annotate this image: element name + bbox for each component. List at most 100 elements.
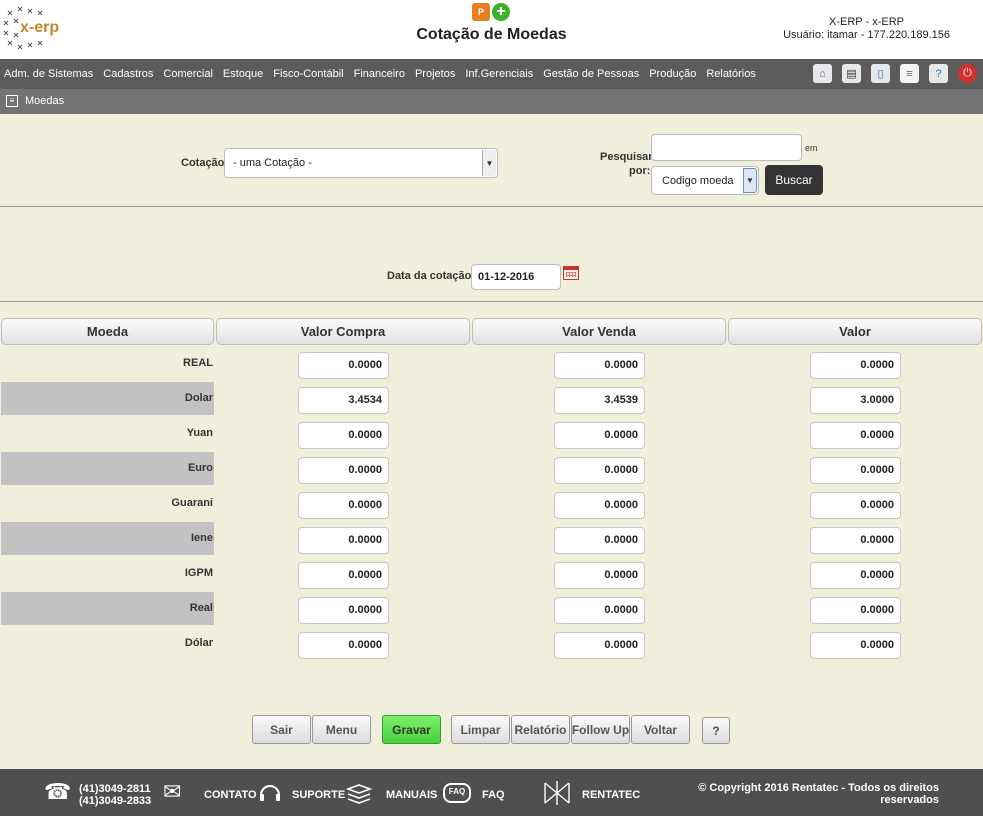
valor-venda-input[interactable]: 0.0000: [554, 457, 645, 484]
valor-compra-input[interactable]: 0.0000: [298, 492, 389, 519]
valor-input[interactable]: 3.0000: [810, 387, 901, 414]
breadcrumb: ≡ Moedas: [0, 89, 983, 114]
table-row: Dólar 0.0000 0.0000 0.0000: [0, 627, 983, 660]
home-icon[interactable]: ⌂: [813, 64, 832, 83]
valor-compra-input[interactable]: 0.0000: [298, 527, 389, 554]
date-input[interactable]: 01-12-2016: [471, 264, 561, 290]
menu-financeiro[interactable]: Financeiro: [354, 68, 405, 80]
manuais-link[interactable]: MANUAIS: [386, 789, 437, 801]
valor-compra-input[interactable]: 0.0000: [298, 632, 389, 659]
valor-input[interactable]: 0.0000: [810, 352, 901, 379]
valor-compra-input[interactable]: 0.0000: [298, 562, 389, 589]
menu-adm-sistemas[interactable]: Adm. de Sistemas: [4, 68, 93, 80]
table-row: Iene 0.0000 0.0000 0.0000: [0, 522, 983, 555]
headset-icon: [260, 785, 280, 801]
copyright-line-1: © Copyright 2016 Rentatec - Todos os dir…: [698, 782, 939, 794]
menu-gestao-pessoas[interactable]: Gestão de Pessoas: [543, 68, 639, 80]
print-icon[interactable]: ▤: [842, 64, 861, 83]
power-icon[interactable]: ⏻: [958, 64, 977, 83]
list-icon[interactable]: ≡: [900, 64, 919, 83]
valor-input[interactable]: 0.0000: [810, 492, 901, 519]
valor-input[interactable]: 0.0000: [810, 597, 901, 624]
valor-venda-input[interactable]: 0.0000: [554, 562, 645, 589]
moeda-name: Euro: [1, 452, 214, 485]
valor-compra-input[interactable]: 3.4534: [298, 387, 389, 414]
valor-venda-input[interactable]: 3.4539: [554, 387, 645, 414]
phone-2: (41)3049-2833: [79, 795, 152, 807]
menu-inf-gerenciais[interactable]: Inf.Gerenciais: [465, 68, 533, 80]
menu-producao[interactable]: Produção: [649, 68, 696, 80]
cotacao-select-value: - uma Cotação -: [233, 157, 312, 169]
user-name: Usuário: itamar - 177.220.189.156: [783, 29, 950, 41]
contato-link[interactable]: CONTATO: [204, 789, 257, 801]
help-button[interactable]: ?: [702, 717, 730, 744]
valor-input[interactable]: 0.0000: [810, 562, 901, 589]
cotacao-select[interactable]: - uma Cotação - ▼: [224, 148, 498, 178]
menu-fisco-contabil[interactable]: Fisco-Contábil: [273, 68, 343, 80]
document-icon[interactable]: ▯: [871, 64, 890, 83]
chevron-down-icon[interactable]: ▼: [482, 150, 496, 176]
valor-venda-input[interactable]: 0.0000: [554, 527, 645, 554]
calendar-icon[interactable]: [563, 266, 579, 280]
valor-input[interactable]: 0.0000: [810, 422, 901, 449]
valor-input[interactable]: 0.0000: [810, 632, 901, 659]
limpar-button[interactable]: Limpar: [451, 715, 510, 744]
valor-input[interactable]: 0.0000: [810, 527, 901, 554]
valor-venda-input[interactable]: 0.0000: [554, 352, 645, 379]
valor-venda-input[interactable]: 0.0000: [554, 632, 645, 659]
menu-cadastros[interactable]: Cadastros: [103, 68, 153, 80]
valor-input[interactable]: 0.0000: [810, 457, 901, 484]
chevron-down-icon[interactable]: ▼: [743, 168, 757, 193]
moeda-name: Dólar: [184, 637, 213, 649]
help-icon[interactable]: ?: [929, 64, 948, 83]
moeda-name: Real: [1, 592, 214, 625]
valor-venda-input[interactable]: 0.0000: [554, 597, 645, 624]
search-field-value: Codigo moeda: [662, 174, 734, 187]
followup-button[interactable]: Follow Up: [571, 715, 630, 744]
pesquisar-por-label: por:: [629, 165, 651, 177]
valor-venda-input[interactable]: 0.0000: [554, 422, 645, 449]
menu-projetos[interactable]: Projetos: [415, 68, 455, 80]
main-menu-bar: Adm. de Sistemas Cadastros Comercial Est…: [0, 59, 983, 89]
moeda-name: Iene: [1, 522, 214, 555]
books-icon: [346, 784, 372, 804]
suporte-link[interactable]: SUPORTE: [292, 789, 345, 801]
envelope-icon: ✉: [163, 779, 182, 804]
date-label: Data da cotação: [387, 270, 472, 282]
faq-bubble-icon: FAQ: [443, 783, 471, 803]
menu-button[interactable]: Menu: [312, 715, 371, 744]
menu-comercial[interactable]: Comercial: [163, 68, 213, 80]
valor-compra-input[interactable]: 0.0000: [298, 422, 389, 449]
form-icon: ≡: [6, 95, 18, 107]
valor-compra-input[interactable]: 0.0000: [298, 457, 389, 484]
buscar-button[interactable]: Buscar: [765, 165, 823, 195]
powerpoint-icon[interactable]: P: [472, 3, 490, 21]
faq-bubble-text: FAQ: [448, 787, 466, 796]
voltar-button[interactable]: Voltar: [631, 715, 690, 744]
moeda-name: IGPM: [184, 567, 213, 579]
cotacao-label: Cotação: [181, 157, 225, 169]
copyright-line-2: reservados: [880, 794, 939, 806]
valor-compra-input[interactable]: 0.0000: [298, 352, 389, 379]
footer-phones: (41)3049-2811 (41)3049-2833: [79, 783, 151, 807]
col-header-valor-venda: Valor Venda: [472, 318, 726, 345]
valor-venda-input[interactable]: 0.0000: [554, 492, 645, 519]
breadcrumb-label: Moedas: [25, 95, 65, 107]
search-input[interactable]: [651, 134, 802, 161]
phone-1: (41)3049-2811: [79, 783, 151, 795]
em-label: em: [805, 143, 818, 153]
moeda-name: REAL: [183, 357, 213, 369]
relatorio-button[interactable]: Relatório: [511, 715, 570, 744]
faq-link[interactable]: FAQ: [482, 789, 505, 801]
moeda-name: Guarani: [171, 497, 213, 509]
add-icon[interactable]: +: [492, 3, 510, 21]
valor-compra-input[interactable]: 0.0000: [298, 597, 389, 624]
menu-relatorios[interactable]: Relatórios: [706, 68, 756, 80]
sair-button[interactable]: Sair: [252, 715, 311, 744]
rentatec-link[interactable]: RENTATEC: [582, 789, 640, 801]
menu-estoque[interactable]: Estoque: [223, 68, 263, 80]
search-field-select[interactable]: Codigo moeda ▼: [651, 166, 759, 195]
pesquisar-label: Pesquisar: [600, 151, 653, 163]
table-row: Guarani 0.0000 0.0000 0.0000: [0, 487, 983, 520]
gravar-button[interactable]: Gravar: [382, 715, 441, 744]
